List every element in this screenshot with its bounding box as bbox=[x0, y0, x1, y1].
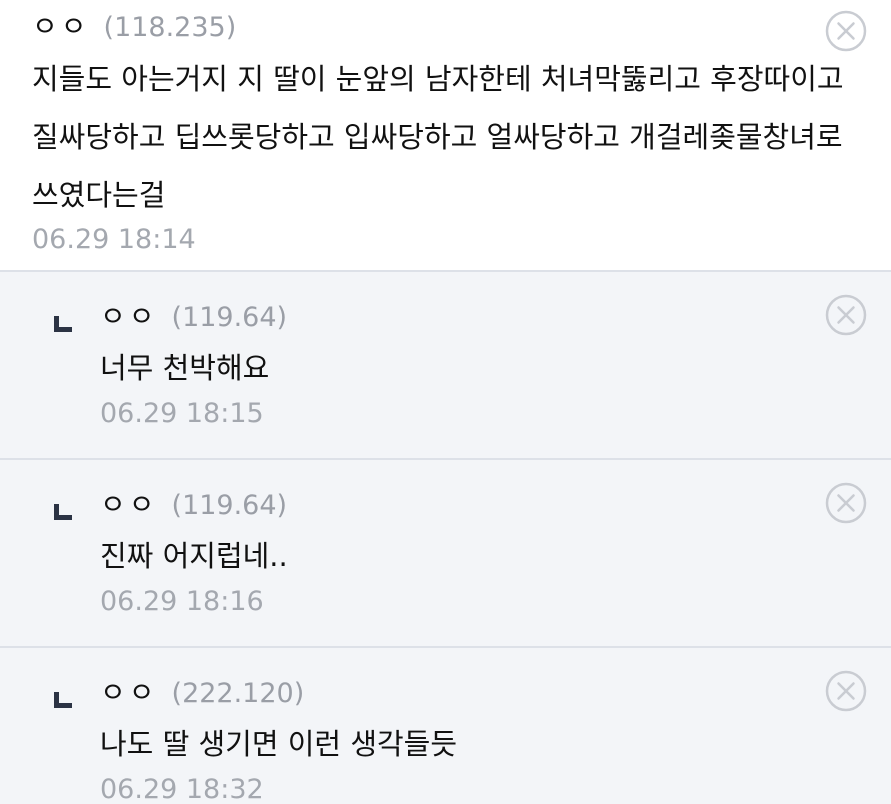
reply-ip: (222.120) bbox=[171, 678, 305, 709]
comment-text: 지들도 아는거지 지 딸이 눈앞의 남자한테 처녀막뚫리고 후장따이고 질싸당하… bbox=[32, 62, 844, 212]
comment-item: ㅇㅇ (118.235) 지들도 아는거지 지 딸이 눈앞의 남자한테 처녀막뚫… bbox=[0, 0, 891, 270]
delete-reply-button[interactable] bbox=[825, 670, 867, 712]
reply-text: 너무 천박해요 bbox=[100, 351, 270, 385]
close-circle-icon bbox=[825, 482, 867, 524]
reply-item: ㅇㅇ (222.120) 나도 딸 생기면 이런 생각들듯 06.29 18:3… bbox=[0, 646, 891, 804]
delete-reply-button[interactable] bbox=[825, 482, 867, 524]
reply-arrow-icon bbox=[54, 316, 72, 332]
reply-nickname[interactable]: ㅇㅇ bbox=[100, 486, 158, 524]
reply-ip: (119.64) bbox=[171, 490, 288, 521]
reply-meta: ㅇㅇ (119.64) bbox=[100, 298, 851, 336]
reply-nickname[interactable]: ㅇㅇ bbox=[100, 674, 158, 712]
reply-item: ㅇㅇ (119.64) 진짜 어지럽네.. 06.29 18:16 bbox=[0, 458, 891, 646]
reply-timestamp: 06.29 18:15 bbox=[100, 398, 264, 429]
close-circle-icon bbox=[825, 10, 867, 52]
comment-nickname[interactable]: ㅇㅇ bbox=[32, 8, 90, 46]
comment-timestamp: 06.29 18:14 bbox=[32, 224, 196, 255]
reply-text: 나도 딸 생기면 이런 생각들듯 bbox=[100, 727, 458, 761]
comment-ip: (118.235) bbox=[103, 12, 237, 43]
reply-nickname[interactable]: ㅇㅇ bbox=[100, 298, 158, 336]
delete-reply-button[interactable] bbox=[825, 294, 867, 336]
reply-text: 진짜 어지럽네.. bbox=[100, 539, 288, 573]
reply-item: ㅇㅇ (119.64) 너무 천박해요 06.29 18:15 bbox=[0, 270, 891, 458]
close-circle-icon bbox=[825, 294, 867, 336]
reply-arrow-icon bbox=[54, 692, 72, 708]
delete-comment-button[interactable] bbox=[825, 10, 867, 52]
close-circle-icon bbox=[825, 670, 867, 712]
comment-meta: ㅇㅇ (118.235) bbox=[32, 8, 851, 46]
reply-timestamp: 06.29 18:16 bbox=[100, 586, 264, 617]
reply-arrow-icon bbox=[54, 504, 72, 520]
reply-meta: ㅇㅇ (119.64) bbox=[100, 486, 851, 524]
comment-thread: ㅇㅇ (118.235) 지들도 아는거지 지 딸이 눈앞의 남자한테 처녀막뚫… bbox=[0, 0, 891, 804]
reply-timestamp: 06.29 18:32 bbox=[100, 774, 264, 804]
reply-ip: (119.64) bbox=[171, 302, 288, 333]
reply-meta: ㅇㅇ (222.120) bbox=[100, 674, 851, 712]
